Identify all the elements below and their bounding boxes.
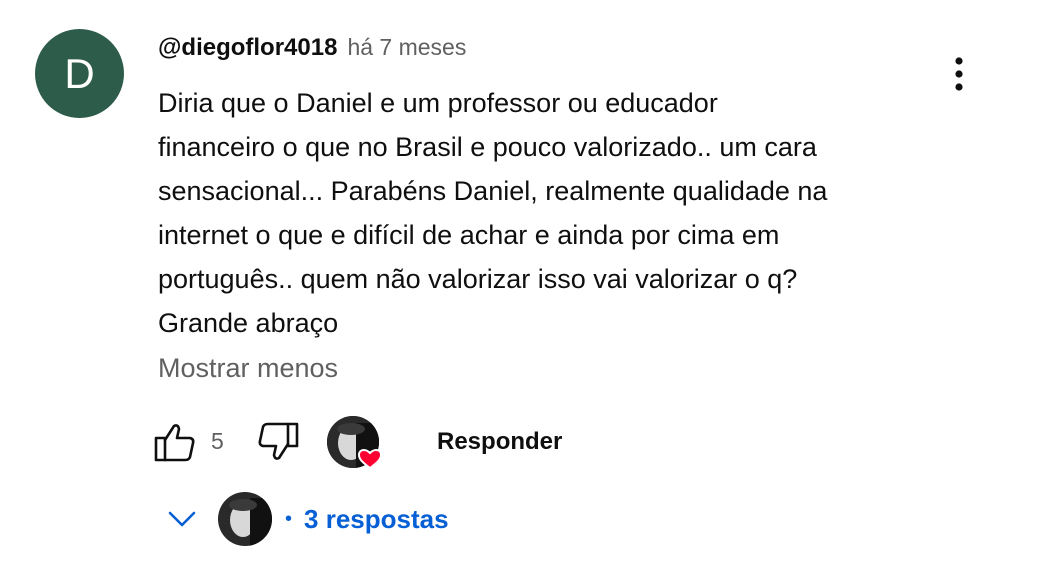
comment-header: @diegoflor4018 há 7 meses — [158, 34, 466, 62]
reply-button[interactable]: Responder — [437, 428, 562, 456]
comment-text: Diria que o Daniel e um professor ou edu… — [158, 81, 958, 345]
comment-time[interactable]: há 7 meses — [347, 34, 466, 61]
like-count: 5 — [211, 428, 224, 454]
reply-avatar — [218, 492, 272, 546]
comment-text-line: financeiro o que no Brasil e pouco valor… — [158, 132, 817, 162]
comment-text-line: português.. quem não valorizar isso vai … — [158, 264, 798, 294]
show-replies-button[interactable]: • 3 respostas — [164, 491, 449, 547]
author-name[interactable]: @diegoflor4018 — [158, 34, 337, 62]
comment-text-line: Diria que o Daniel e um professor ou edu… — [158, 88, 718, 118]
comment-text-line: sensacional... Parabéns Daniel, realment… — [158, 176, 828, 206]
author-avatar[interactable]: D — [35, 29, 124, 118]
thumb-up-icon[interactable] — [152, 419, 198, 465]
creator-heart-icon — [326, 415, 384, 473]
avatar-letter: D — [64, 49, 95, 97]
replies-count-label[interactable]: 3 respostas — [304, 504, 449, 535]
separator-dot: • — [285, 507, 293, 530]
show-less-button[interactable]: Mostrar menos — [158, 353, 338, 384]
thumb-down-icon[interactable] — [255, 419, 301, 465]
comment-text-line: internet o que e difícil de achar e aind… — [158, 220, 780, 250]
comment-text-line: Grande abraço — [158, 308, 339, 338]
chevron-down-icon — [168, 511, 196, 527]
